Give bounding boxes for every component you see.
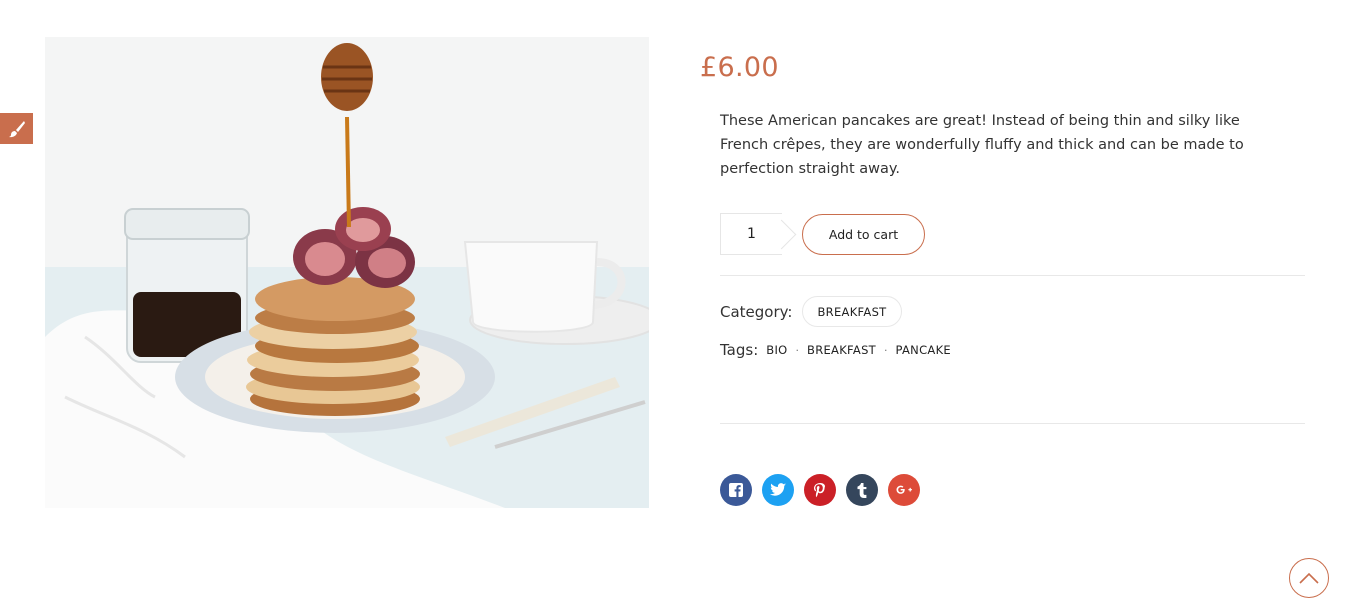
google-plus-icon <box>896 485 912 494</box>
tag-link-bio[interactable]: BIO <box>766 343 787 357</box>
product-description: These American pancakes are great! Inste… <box>720 113 1244 177</box>
tumblr-icon <box>857 482 867 498</box>
add-to-cart-form: 1 Add to cart <box>720 213 925 255</box>
pancake-photo <box>45 37 649 508</box>
quantity-input[interactable]: 1 <box>720 213 782 255</box>
twitter-share-button[interactable] <box>762 474 794 506</box>
tag-link-pancake[interactable]: PANCAKE <box>896 343 951 357</box>
add-to-cart-button[interactable]: Add to cart <box>802 213 925 255</box>
product-price: £6.00 <box>700 52 779 83</box>
product-summary: £6.00 These American pancakes are great!… <box>700 52 1305 506</box>
product-image[interactable] <box>45 37 649 508</box>
twitter-icon <box>770 483 786 496</box>
tag-separator: · <box>884 343 888 357</box>
category-label: Category: <box>720 302 793 321</box>
pinterest-icon <box>814 482 826 497</box>
tumblr-share-button[interactable] <box>846 474 878 506</box>
facebook-share-button[interactable] <box>720 474 752 506</box>
paintbrush-icon <box>8 120 25 137</box>
facebook-icon <box>729 483 743 497</box>
divider <box>720 275 1305 276</box>
customizer-toggle-button[interactable] <box>0 113 33 144</box>
google-plus-share-button[interactable] <box>888 474 920 506</box>
tag-separator: · <box>795 343 800 357</box>
scroll-to-top-button[interactable] <box>1289 558 1329 598</box>
chevron-up-icon <box>1299 572 1319 584</box>
pinterest-share-button[interactable] <box>804 474 836 506</box>
tags-list: BIO · BREAKFAST · PANCAKE <box>766 343 951 357</box>
tags-label: Tags: <box>720 341 759 359</box>
social-share-buttons <box>720 474 930 506</box>
divider <box>720 423 1305 424</box>
tag-link-breakfast[interactable]: BREAKFAST <box>807 343 876 357</box>
product-category: Category: BREAKFAST <box>720 296 902 327</box>
category-link[interactable]: BREAKFAST <box>802 296 902 327</box>
product-tags: Tags: BIO · BREAKFAST · PANCAKE <box>720 341 951 359</box>
